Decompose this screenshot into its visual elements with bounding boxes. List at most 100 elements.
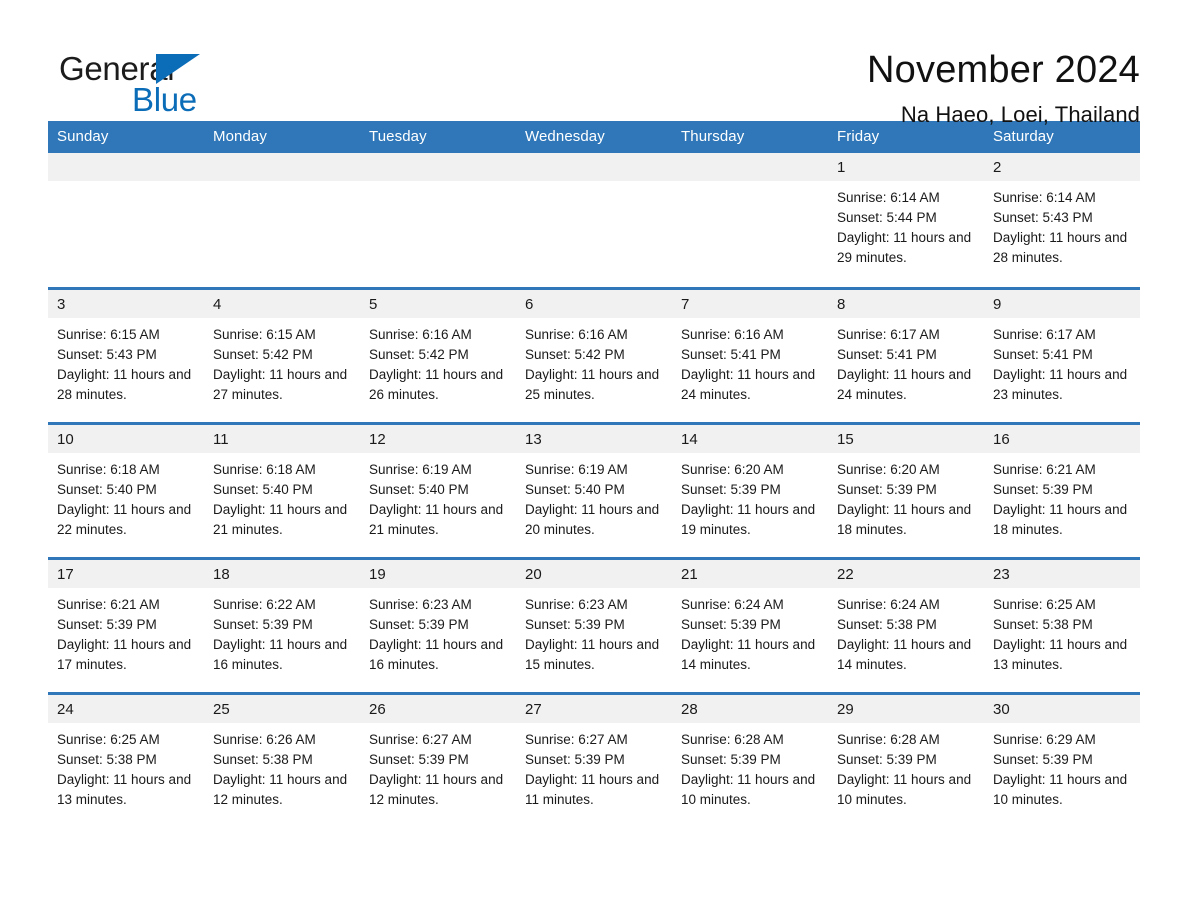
calendar-day-cell[interactable]: 11 Sunrise: 6:18 AM Sunset: 5:40 PM Dayligh… — [204, 421, 360, 558]
brand-triangle-icon — [156, 54, 200, 84]
calendar-day-cell[interactable]: 7 Sunrise: 6:16 AM Sunset: 5:41 PM Daylight… — [672, 286, 828, 423]
calendar-day-cell[interactable]: 29 Sunrise: 6:28 AM Sunset: 5:39 PM Dayligh… — [828, 691, 984, 828]
day-details: Sunrise: 6:27 AM Sunset: 5:39 PM Daylight:… — [360, 723, 516, 810]
sunset-text: Sunset: 5:38 PM — [57, 751, 157, 767]
daylight-text: Daylight: 11 hours and 21 minutes. — [213, 501, 348, 537]
day-number: 3 — [48, 289, 204, 318]
calendar-day-cell[interactable]: 14 Sunrise: 6:20 AM Sunset: 5:39 PM Dayligh… — [672, 421, 828, 558]
daylight-text: Daylight: 11 hours and 16 minutes. — [213, 636, 348, 672]
daylight-text: Daylight: 11 hours and 14 minutes. — [681, 636, 816, 672]
sunrise-text: Sunrise: 6:28 AM — [837, 731, 940, 747]
sunset-text: Sunset: 5:44 PM — [837, 210, 937, 225]
calendar-day-cell[interactable]: 17 Sunrise: 6:21 AM Sunset: 5:39 PM Dayligh… — [48, 556, 204, 693]
day-details: Sunrise: 6:25 AM Sunset: 5:38 PM Daylight:… — [48, 723, 204, 810]
calendar-day-cell[interactable]: 23 Sunrise: 6:25 AM Sunset: 5:38 PM Dayligh… — [984, 556, 1140, 693]
sunset-text: Sunset: 5:39 PM — [57, 616, 157, 632]
calendar-day-cell[interactable]: 9 Sunrise: 6:17 AM Sunset: 5:41 PM Daylight… — [984, 286, 1140, 423]
day-details: Sunrise: 6:16 AM Sunset: 5:41 PM Daylight:… — [672, 318, 828, 405]
day-details: Sunrise: 6:22 AM Sunset: 5:39 PM Daylight:… — [204, 588, 360, 675]
day-number — [204, 153, 360, 181]
calendar-day-cell[interactable]: 6 Sunrise: 6:16 AM Sunset: 5:42 PM Daylight… — [516, 286, 672, 423]
sunset-text: Sunset: 5:39 PM — [681, 751, 781, 767]
calendar-week-row: 24 Sunrise: 6:25 AM Sunset: 5:38 PM Dayligh… — [48, 691, 1140, 828]
logo-text-blue: Blue — [132, 81, 197, 118]
calendar-day-cell[interactable]: 2 Sunrise: 6:14 AM Sunset: 5:43 PM Daylight… — [984, 153, 1140, 288]
calendar-day-cell[interactable]: 1 Sunrise: 6:14 AM Sunset: 5:44 PM Daylight… — [828, 153, 984, 288]
day-number: 10 — [48, 424, 204, 453]
day-number — [48, 153, 204, 181]
daylight-text: Daylight: 11 hours and 28 minutes. — [57, 366, 192, 402]
day-details: Sunrise: 6:19 AM Sunset: 5:40 PM Daylight:… — [360, 453, 516, 540]
day-number: 29 — [828, 694, 984, 723]
calendar-day-cell[interactable]: 30 Sunrise: 6:29 AM Sunset: 5:39 PM Dayligh… — [984, 691, 1140, 828]
daylight-text: Daylight: 11 hours and 27 minutes. — [213, 366, 348, 402]
day-details: Sunrise: 6:15 AM Sunset: 5:43 PM Daylight:… — [48, 318, 204, 405]
sunset-text: Sunset: 5:41 PM — [837, 346, 937, 362]
day-number: 25 — [204, 694, 360, 723]
calendar-day-cell-empty — [48, 153, 204, 288]
calendar-day-cell[interactable]: 22 Sunrise: 6:24 AM Sunset: 5:38 PM Dayligh… — [828, 556, 984, 693]
calendar-day-cell[interactable]: 19 Sunrise: 6:23 AM Sunset: 5:39 PM Dayligh… — [360, 556, 516, 693]
calendar-day-cell[interactable]: 12 Sunrise: 6:19 AM Sunset: 5:40 PM Dayligh… — [360, 421, 516, 558]
day-details: Sunrise: 6:24 AM Sunset: 5:38 PM Daylight:… — [828, 588, 984, 675]
daylight-text: Daylight: 11 hours and 12 minutes. — [369, 771, 504, 807]
calendar-day-cell[interactable]: 25 Sunrise: 6:26 AM Sunset: 5:38 PM Dayligh… — [204, 691, 360, 828]
day-details: Sunrise: 6:16 AM Sunset: 5:42 PM Daylight:… — [360, 318, 516, 405]
day-details: Sunrise: 6:24 AM Sunset: 5:39 PM Daylight:… — [672, 588, 828, 675]
day-number: 9 — [984, 289, 1140, 318]
sunset-text: Sunset: 5:39 PM — [369, 616, 469, 632]
daylight-text: Daylight: 11 hours and 23 minutes. — [993, 366, 1128, 402]
calendar-week-row: 10 Sunrise: 6:18 AM Sunset: 5:40 PM Dayligh… — [48, 421, 1140, 558]
calendar-week-row: 3 Sunrise: 6:15 AM Sunset: 5:43 PM Daylight… — [48, 286, 1140, 423]
calendar-day-cell[interactable]: 27 Sunrise: 6:27 AM Sunset: 5:39 PM Dayligh… — [516, 691, 672, 828]
day-details: Sunrise: 6:29 AM Sunset: 5:39 PM Daylight:… — [984, 723, 1140, 810]
sunrise-text: Sunrise: 6:18 AM — [57, 461, 160, 477]
day-details: Sunrise: 6:14 AM Sunset: 5:44 PM Daylight:… — [828, 181, 984, 268]
calendar-day-cell-empty — [516, 153, 672, 288]
sunset-text: Sunset: 5:39 PM — [681, 616, 781, 632]
sunrise-text: Sunrise: 6:16 AM — [681, 326, 784, 342]
calendar-day-cell[interactable]: 8 Sunrise: 6:17 AM Sunset: 5:41 PM Daylight… — [828, 286, 984, 423]
day-details: Sunrise: 6:14 AM Sunset: 5:43 PM Daylight:… — [984, 181, 1140, 268]
daylight-text: Daylight: 11 hours and 10 minutes. — [681, 771, 816, 807]
calendar-day-cell[interactable]: 16 Sunrise: 6:21 AM Sunset: 5:39 PM Dayligh… — [984, 421, 1140, 558]
daylight-text: Daylight: 11 hours and 24 minutes. — [837, 366, 972, 402]
calendar-day-cell[interactable]: 28 Sunrise: 6:28 AM Sunset: 5:39 PM Dayligh… — [672, 691, 828, 828]
day-number: 5 — [360, 289, 516, 318]
day-number — [360, 153, 516, 181]
sunrise-text: Sunrise: 6:14 AM — [837, 190, 940, 205]
calendar-body: 1 Sunrise: 6:14 AM Sunset: 5:44 PM Daylight… — [48, 153, 1140, 828]
day-number: 4 — [204, 289, 360, 318]
day-details: Sunrise: 6:15 AM Sunset: 5:42 PM Daylight:… — [204, 318, 360, 405]
sunset-text: Sunset: 5:40 PM — [213, 481, 313, 497]
calendar-day-cell[interactable]: 3 Sunrise: 6:15 AM Sunset: 5:43 PM Daylight… — [48, 286, 204, 423]
sunset-text: Sunset: 5:39 PM — [681, 481, 781, 497]
sunrise-text: Sunrise: 6:28 AM — [681, 731, 784, 747]
calendar-day-cell[interactable]: 20 Sunrise: 6:23 AM Sunset: 5:39 PM Dayligh… — [516, 556, 672, 693]
sunrise-text: Sunrise: 6:29 AM — [993, 731, 1096, 747]
day-number: 18 — [204, 559, 360, 588]
sunset-text: Sunset: 5:39 PM — [837, 751, 937, 767]
day-number: 19 — [360, 559, 516, 588]
day-details: Sunrise: 6:21 AM Sunset: 5:39 PM Daylight:… — [984, 453, 1140, 540]
day-number: 26 — [360, 694, 516, 723]
sunset-text: Sunset: 5:42 PM — [369, 346, 469, 362]
daylight-text: Daylight: 11 hours and 10 minutes. — [837, 771, 972, 807]
calendar-day-cell[interactable]: 26 Sunrise: 6:27 AM Sunset: 5:39 PM Dayligh… — [360, 691, 516, 828]
calendar-day-cell[interactable]: 15 Sunrise: 6:20 AM Sunset: 5:39 PM Dayligh… — [828, 421, 984, 558]
daylight-text: Daylight: 11 hours and 15 minutes. — [525, 636, 660, 672]
day-details: Sunrise: 6:19 AM Sunset: 5:40 PM Daylight:… — [516, 453, 672, 540]
sunset-text: Sunset: 5:38 PM — [213, 751, 313, 767]
daylight-text: Daylight: 11 hours and 21 minutes. — [369, 501, 504, 537]
calendar-day-cell[interactable]: 18 Sunrise: 6:22 AM Sunset: 5:39 PM Dayligh… — [204, 556, 360, 693]
sunset-text: Sunset: 5:43 PM — [57, 346, 157, 362]
calendar-week-row: 17 Sunrise: 6:21 AM Sunset: 5:39 PM Dayligh… — [48, 556, 1140, 693]
calendar-day-cell[interactable]: 13 Sunrise: 6:19 AM Sunset: 5:40 PM Dayligh… — [516, 421, 672, 558]
calendar-day-cell[interactable]: 24 Sunrise: 6:25 AM Sunset: 5:38 PM Dayligh… — [48, 691, 204, 828]
day-number: 11 — [204, 424, 360, 453]
calendar-day-cell[interactable]: 4 Sunrise: 6:15 AM Sunset: 5:42 PM Daylight… — [204, 286, 360, 423]
calendar-day-cell[interactable]: 10 Sunrise: 6:18 AM Sunset: 5:40 PM Dayligh… — [48, 421, 204, 558]
weekday-header-sunday: Sunday — [48, 121, 204, 153]
calendar-day-cell[interactable]: 5 Sunrise: 6:16 AM Sunset: 5:42 PM Daylight… — [360, 286, 516, 423]
calendar-day-cell[interactable]: 21 Sunrise: 6:24 AM Sunset: 5:39 PM Dayligh… — [672, 556, 828, 693]
